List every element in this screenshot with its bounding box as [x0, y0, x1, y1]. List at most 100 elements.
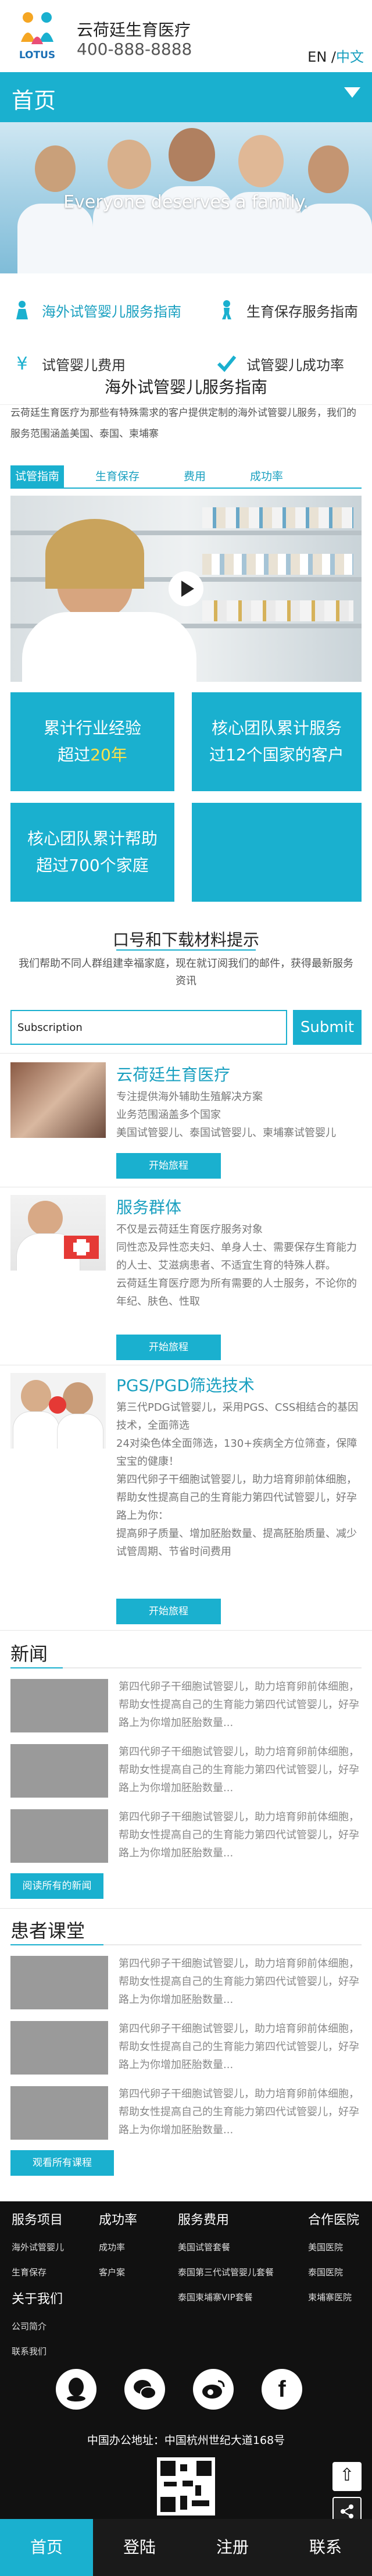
language-switch: EN /中文	[307, 45, 364, 66]
footer-link[interactable]: 生育保存	[12, 2266, 64, 2278]
footer-link[interactable]: 美国医院	[308, 2241, 359, 2253]
service-card-title[interactable]: 云荷廷生育医疗	[116, 1062, 230, 1086]
start-journey-button[interactable]: 开始旅程	[116, 1153, 221, 1179]
facebook-icon[interactable]: f	[262, 2369, 302, 2410]
tab-cost[interactable]: 费用	[179, 465, 210, 488]
page-title: 首页	[12, 88, 56, 113]
footer-link[interactable]: 海外试管婴儿	[12, 2241, 64, 2253]
lang-en-link[interactable]: EN	[307, 49, 327, 65]
news-thumbnail[interactable]	[10, 1809, 108, 1863]
news-item-text[interactable]: 第四代卵子干细胞试管婴儿，助力培育卵前体细胞，帮助女性提高自己的生育能力第四代试…	[119, 1678, 362, 1732]
footer-heading: 服务项目	[12, 2213, 63, 2228]
guide-tabs: 试管指南 生育保存 费用 成功率	[10, 465, 362, 489]
start-journey-button[interactable]: 开始旅程	[116, 1599, 221, 1624]
stat-label: 过12个国家的客户	[209, 745, 344, 764]
person-icon	[215, 298, 238, 322]
service-card-text: 第三代PDG试管婴儿，采用PGS、CSS相结合的基因技术，全面筛选 24对染色体…	[116, 1401, 359, 1558]
news-thumbnail[interactable]	[10, 1744, 108, 1798]
news-item-text[interactable]: 第四代卵子干细胞试管婴儿，助力培育卵前体细胞，帮助女性提高自己的生育能力第四代试…	[119, 1743, 362, 1797]
back-to-top-icon[interactable]: ⇧	[332, 2462, 362, 2491]
qr-code	[157, 2457, 215, 2515]
service-card-title[interactable]: 服务群体	[116, 1195, 181, 1218]
stat-experience: 累计行业经验 超过20年	[10, 692, 174, 791]
hero-caption: Everyone deserves a family.	[63, 192, 309, 212]
footer-col-hospitals: 合作医院 美国医院 泰国医院 柬埔寨医院	[308, 2209, 359, 2316]
quick-link-label: 生育保存服务指南	[246, 303, 358, 320]
play-icon[interactable]	[169, 571, 203, 606]
footer-link[interactable]: 泰国柬埔寨VIP套餐	[178, 2291, 274, 2303]
wechat-icon[interactable]	[124, 2369, 165, 2410]
hotline-phone[interactable]: 400-888-8888	[77, 40, 192, 59]
stat-highlight: 20年	[90, 745, 127, 764]
start-journey-button[interactable]: 开始旅程	[116, 1335, 221, 1360]
footer-link[interactable]: 柬埔寨医院	[308, 2291, 359, 2303]
lesson-item-text[interactable]: 第四代卵子干细胞试管婴儿，助力培育卵前体细胞，帮助女性提高自己的生育能力第四代试…	[119, 2085, 362, 2139]
news-title-underline	[10, 1667, 362, 1668]
watch-all-courses-button[interactable]: 观看所有课程	[10, 2150, 114, 2176]
quick-link-ivf-guide[interactable]: 海外试管婴儿服务指南	[10, 284, 181, 336]
footer-link[interactable]: 成功率	[99, 2241, 137, 2253]
site-header: LOTUS 云荷廷生育医疗 400-888-8888 EN /中文	[0, 0, 372, 72]
footer-link[interactable]: 泰国医院	[308, 2266, 359, 2278]
download-title-underline	[116, 949, 256, 951]
lesson-item-text[interactable]: 第四代卵子干细胞试管婴儿，助力培育卵前体细胞，帮助女性提高自己的生育能力第四代试…	[119, 2020, 362, 2074]
svg-text:LOTUS: LOTUS	[19, 49, 55, 61]
footer-heading: 服务费用	[178, 2213, 230, 2228]
stat-label: 超过700个家庭	[36, 856, 149, 875]
bottom-nav-register[interactable]: 注册	[186, 2519, 279, 2576]
lesson-thumbnail[interactable]	[10, 2086, 108, 2140]
guide-video[interactable]	[10, 496, 362, 682]
footer-link[interactable]: 联系我们	[12, 2345, 63, 2357]
qq-icon[interactable]	[56, 2369, 96, 2410]
doctors-photo	[10, 1373, 106, 1449]
lesson-thumbnail[interactable]	[10, 1956, 108, 2009]
baby-icon	[10, 298, 34, 322]
yen-icon: ¥	[16, 353, 28, 374]
footer-link[interactable]: 公司简介	[12, 2320, 63, 2332]
triangle-down-icon[interactable]	[344, 87, 360, 98]
guide-intro: 云荷廷生育医疗为那些有特殊需求的客户提供定制的海外试管婴儿服务，我们的服务范围涵…	[10, 407, 356, 440]
footer-link[interactable]: 客户案	[99, 2266, 137, 2278]
quick-link-label: 试管婴儿成功率	[246, 357, 344, 373]
lang-separator: /	[327, 49, 336, 65]
tab-ivf-guide[interactable]: 试管指南	[10, 465, 65, 488]
quick-link-label: 海外试管婴儿服务指南	[42, 303, 181, 320]
subscription-input[interactable]	[10, 1010, 287, 1045]
stat-families: 核心团队累计帮助 超过700个家庭	[10, 803, 174, 902]
quick-link-fertility-preservation[interactable]: 生育保存服务指南	[215, 284, 358, 336]
guide-title: 海外试管婴儿服务指南	[104, 378, 267, 397]
footer-col-services: 服务项目 海外试管婴儿 生育保存	[12, 2209, 64, 2291]
stat-label: 超过	[58, 745, 91, 764]
lang-cn-link[interactable]: 中文	[336, 49, 364, 65]
weibo-icon[interactable]	[193, 2369, 234, 2410]
news-title: 新闻	[10, 1643, 48, 1665]
submit-button[interactable]: Submit	[293, 1010, 362, 1045]
lesson-item-text[interactable]: 第四代卵子干细胞试管婴儿，助力培育卵前体细胞，帮助女性提高自己的生育能力第四代试…	[119, 1955, 362, 2009]
hero-banner: Everyone deserves a family.	[0, 122, 372, 273]
read-all-news-button[interactable]: 阅读所有的新闻	[10, 1873, 103, 1899]
tab-fertility-preservation[interactable]: 生育保存	[91, 465, 144, 488]
lesson-thumbnail[interactable]	[10, 2021, 108, 2075]
service-card-title[interactable]: PGS/PGD筛选技术	[116, 1373, 255, 1396]
stat-label: 核心团队累计服务	[211, 718, 342, 738]
lotus-logo[interactable]: LOTUS	[8, 6, 66, 64]
quick-link-label: 试管婴儿费用	[42, 357, 126, 373]
footer-col-success: 成功率 成功率 客户案	[99, 2209, 137, 2291]
bottom-nav: 首页 登陆 注册 联系	[0, 2519, 372, 2576]
brand-name: 云荷廷生育医疗	[77, 20, 191, 40]
footer-link[interactable]: 泰国第三代试管婴儿套餐	[178, 2266, 274, 2278]
service-card-text: 不仅是云荷廷生育医疗服务对象 同性恋及异性恋夫妇、单身人士、需要保存生育能力的人…	[116, 1223, 357, 1308]
bottom-nav-contact[interactable]: 联系	[279, 2519, 372, 2576]
bottom-nav-home[interactable]: 首页	[0, 2519, 93, 2576]
office-address: 中国办公地址：中国杭州世纪大道168号	[87, 2434, 285, 2447]
bottom-nav-login[interactable]: 登陆	[93, 2519, 186, 2576]
check-icon	[215, 352, 238, 375]
news-item-text[interactable]: 第四代卵子干细胞试管婴儿，助力培育卵前体细胞，帮助女性提高自己的生育能力第四代试…	[119, 1808, 362, 1862]
footer-col-fees: 服务费用 美国试管套餐 泰国第三代试管婴儿套餐 泰国柬埔寨VIP套餐	[178, 2209, 274, 2316]
footer-link[interactable]: 美国试管套餐	[178, 2241, 274, 2253]
classroom-title: 患者课堂	[10, 1920, 85, 1942]
news-thumbnail[interactable]	[10, 1679, 108, 1732]
stat-label: 核心团队累计帮助	[27, 829, 158, 848]
stat-countries: 核心团队累计服务 过12个国家的客户	[192, 692, 362, 791]
tab-success-rate[interactable]: 成功率	[245, 465, 288, 488]
